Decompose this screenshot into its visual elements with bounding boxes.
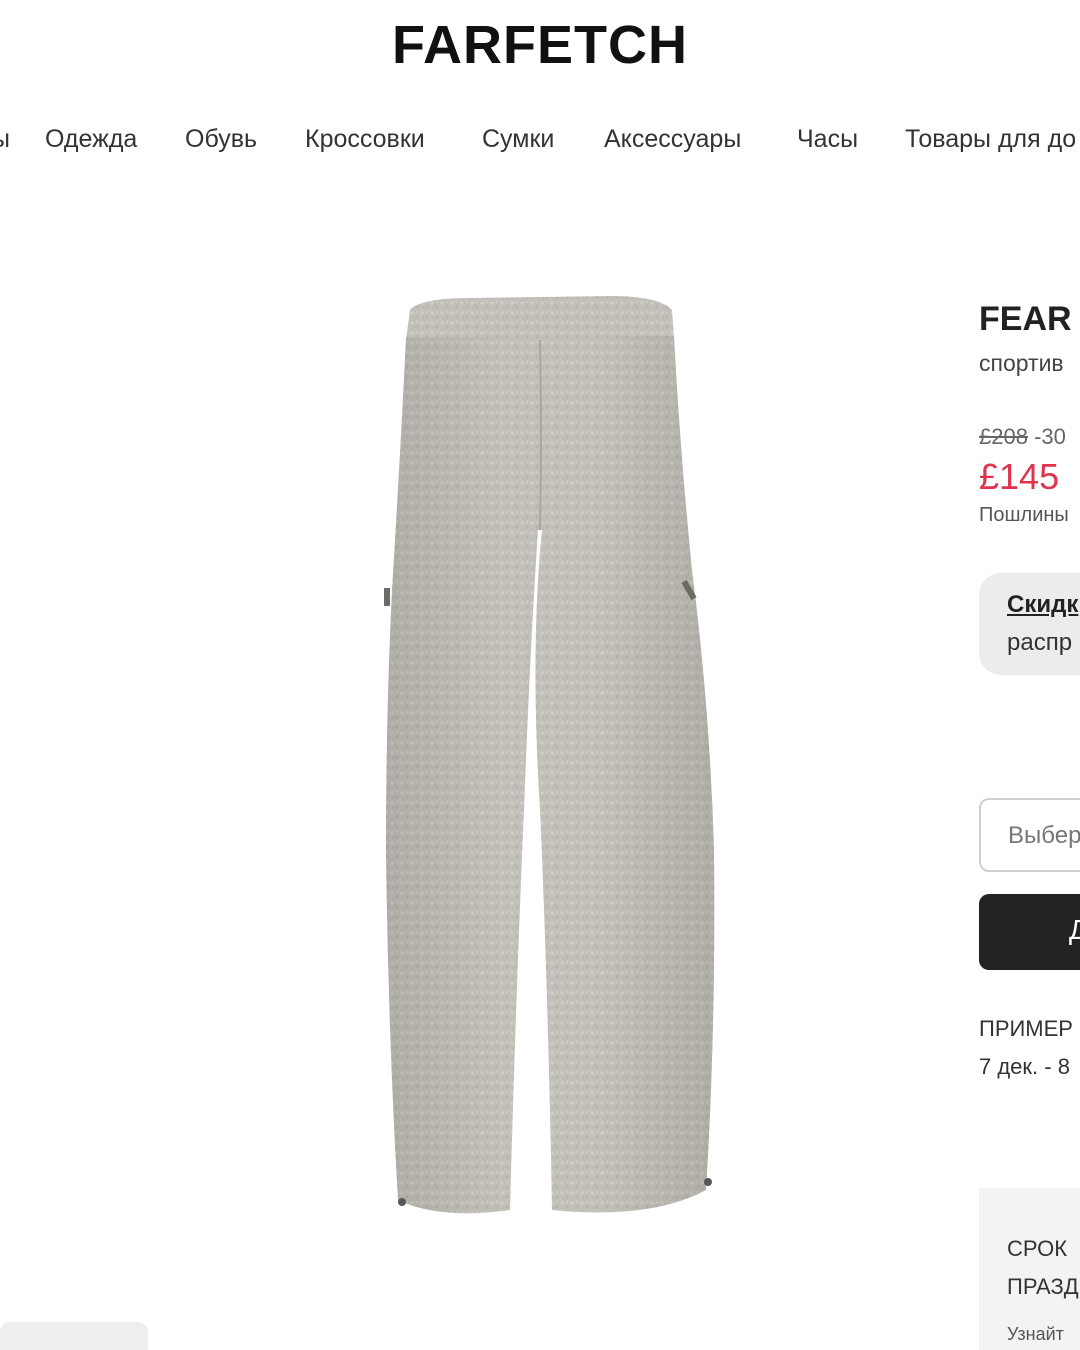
thumbnail-strip[interactable]	[0, 1322, 148, 1350]
product-brand[interactable]: FEAR	[979, 300, 1072, 339]
product-page: FARFETCH ы Одежда Обувь Кроссовки Сумки …	[0, 0, 1080, 1350]
duties-note: Пошлины	[979, 504, 1069, 526]
delivery-estimate-label: ПРИМЕР	[979, 1016, 1073, 1041]
sale-price: £145	[979, 456, 1060, 497]
size-select-placeholder: Выбер	[1008, 822, 1080, 849]
add-to-bag-button[interactable]: Д	[979, 894, 1080, 970]
old-price-row: £208 -30	[979, 424, 1066, 450]
nav-item-clothing[interactable]: Одежда	[45, 122, 137, 156]
discount-badge: -30	[1034, 424, 1066, 449]
size-select[interactable]: Выбер	[979, 798, 1080, 872]
nav-item-accessories[interactable]: Аксессуары	[604, 122, 741, 156]
promo-link[interactable]: Скидк	[1007, 591, 1078, 619]
product-info-panel: FEAR спортив £208 -30 £145 Пошлины Скидк…	[979, 0, 1080, 1350]
nav-item-watches[interactable]: Часы	[797, 122, 858, 156]
nav-item-bags[interactable]: Сумки	[482, 122, 554, 156]
delivery-estimate-dates: 7 дек. - 8	[979, 1054, 1070, 1079]
farfetch-logo[interactable]: FARFETCH	[0, 14, 1080, 76]
holiday-link[interactable]: Узнайт	[1007, 1324, 1064, 1345]
nav-item-sneakers[interactable]: Кроссовки	[305, 122, 425, 156]
holiday-delivery-panel: СРОК ПРАЗД Узнайт	[979, 1188, 1080, 1350]
product-image[interactable]	[380, 290, 720, 1220]
holiday-title-line2: ПРАЗД	[1007, 1274, 1079, 1299]
nav-item-partial[interactable]: ы	[0, 122, 10, 156]
promo-text: распр	[1007, 629, 1073, 656]
nav-item-shoes[interactable]: Обувь	[185, 122, 257, 156]
product-subtitle: спортив	[979, 350, 1064, 376]
old-price: £208	[979, 424, 1028, 449]
promo-banner: Скидк распр	[979, 573, 1080, 675]
add-to-bag-label: Д	[1069, 914, 1080, 945]
holiday-title-line1: СРОК	[1007, 1236, 1068, 1261]
